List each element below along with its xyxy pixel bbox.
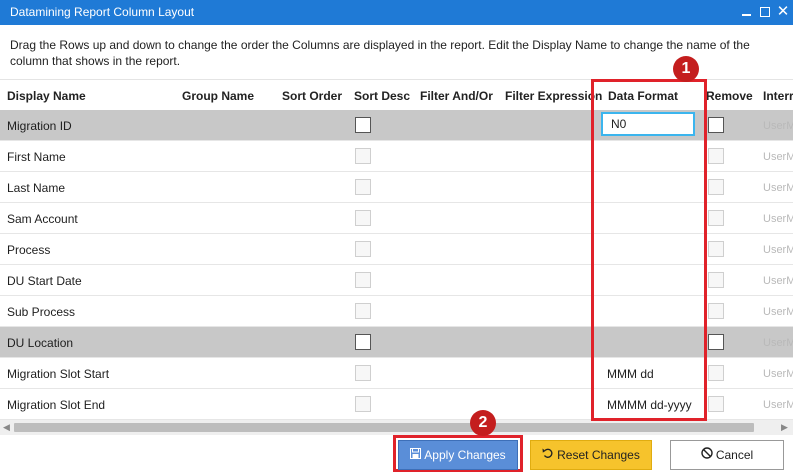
header-sort-order[interactable]: Sort Order bbox=[282, 89, 342, 103]
remove-checkbox[interactable] bbox=[708, 396, 724, 412]
display-name-cell[interactable]: Sam Account bbox=[7, 212, 78, 226]
maximize-icon[interactable] bbox=[756, 3, 774, 21]
sort-desc-checkbox[interactable] bbox=[355, 179, 371, 195]
apply-changes-label: Apply Changes bbox=[424, 448, 506, 462]
scroll-left-icon[interactable]: ◀ bbox=[3, 422, 10, 433]
header-filter-expression[interactable]: Filter Expression bbox=[505, 89, 602, 103]
remove-checkbox[interactable] bbox=[708, 272, 724, 288]
display-name-cell[interactable]: DU Start Date bbox=[7, 274, 82, 288]
internal-name-cell: UserM bbox=[763, 337, 793, 349]
cancel-label: Cancel bbox=[715, 448, 754, 462]
sort-desc-checkbox[interactable] bbox=[355, 303, 371, 319]
header-display-name[interactable]: Display Name bbox=[7, 89, 86, 103]
instructions-text: Drag the Rows up and down to change the … bbox=[10, 38, 750, 68]
remove-checkbox[interactable] bbox=[708, 117, 724, 133]
apply-changes-button[interactable]: Apply Changes bbox=[398, 440, 518, 470]
remove-checkbox[interactable] bbox=[708, 334, 724, 350]
minimize-icon[interactable] bbox=[737, 3, 755, 21]
undo-icon bbox=[542, 441, 554, 469]
header-filter-and-or[interactable]: Filter And/Or bbox=[420, 89, 493, 103]
sort-desc-checkbox[interactable] bbox=[355, 334, 371, 350]
internal-name-cell: UserM bbox=[763, 151, 793, 163]
close-icon[interactable]: ✕ bbox=[774, 3, 792, 21]
internal-name-cell: UserM bbox=[763, 368, 793, 380]
remove-checkbox[interactable] bbox=[708, 241, 724, 257]
annotation-badge-2: 2 bbox=[470, 410, 496, 436]
remove-checkbox[interactable] bbox=[708, 210, 724, 226]
internal-name-cell: UserM bbox=[763, 399, 793, 411]
sort-desc-checkbox[interactable] bbox=[355, 148, 371, 164]
scrollbar-thumb[interactable] bbox=[14, 423, 754, 432]
display-name-cell[interactable]: Migration Slot Start bbox=[7, 367, 109, 381]
sort-desc-checkbox[interactable] bbox=[355, 365, 371, 381]
sort-desc-checkbox[interactable] bbox=[355, 241, 371, 257]
annotation-badge-1: 1 bbox=[673, 56, 699, 82]
internal-name-cell: UserM bbox=[763, 275, 793, 287]
remove-checkbox[interactable] bbox=[708, 303, 724, 319]
reset-changes-label: Reset Changes bbox=[557, 448, 640, 462]
remove-checkbox[interactable] bbox=[708, 148, 724, 164]
save-icon bbox=[410, 441, 422, 469]
cancel-button[interactable]: Cancel bbox=[670, 440, 784, 470]
scroll-right-icon[interactable]: ▶ bbox=[781, 422, 788, 433]
display-name-cell[interactable]: DU Location bbox=[7, 336, 73, 350]
cancel-icon bbox=[701, 441, 713, 469]
display-name-cell[interactable]: Sub Process bbox=[7, 305, 75, 319]
remove-checkbox[interactable] bbox=[708, 179, 724, 195]
sort-desc-checkbox[interactable] bbox=[355, 210, 371, 226]
sort-desc-checkbox[interactable] bbox=[355, 396, 371, 412]
display-name-cell[interactable]: First Name bbox=[7, 150, 66, 164]
display-name-cell[interactable]: Process bbox=[7, 243, 50, 257]
title-bar: Datamining Report Column Layout ✕ bbox=[0, 0, 793, 25]
internal-name-cell: UserM bbox=[763, 120, 793, 132]
internal-name-cell: UserM bbox=[763, 213, 793, 225]
display-name-cell[interactable]: Last Name bbox=[7, 181, 65, 195]
header-remove[interactable]: Remove bbox=[706, 89, 753, 103]
reset-changes-button[interactable]: Reset Changes bbox=[530, 440, 652, 470]
internal-name-cell: UserM bbox=[763, 306, 793, 318]
remove-checkbox[interactable] bbox=[708, 365, 724, 381]
annotation-highlight-data-format bbox=[591, 79, 707, 421]
display-name-cell[interactable]: Migration ID bbox=[7, 119, 72, 133]
display-name-cell[interactable]: Migration Slot End bbox=[7, 398, 105, 412]
header-group-name[interactable]: Group Name bbox=[182, 89, 254, 103]
internal-name-cell: UserM bbox=[763, 244, 793, 256]
horizontal-scrollbar[interactable]: ◀ ▶ bbox=[0, 420, 793, 435]
window-title: Datamining Report Column Layout bbox=[10, 5, 195, 19]
internal-name-cell: UserM bbox=[763, 182, 793, 194]
sort-desc-checkbox[interactable] bbox=[355, 272, 371, 288]
header-sort-desc[interactable]: Sort Desc bbox=[354, 89, 410, 103]
sort-desc-checkbox[interactable] bbox=[355, 117, 371, 133]
header-internal[interactable]: Interr bbox=[763, 89, 793, 103]
